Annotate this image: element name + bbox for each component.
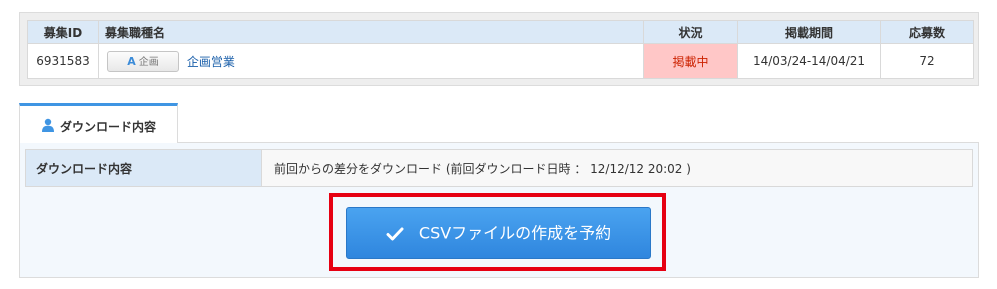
check-icon [386,209,404,259]
header-id: 募集ID [27,20,99,44]
header-status: 状況 [643,20,738,44]
user-icon [41,118,55,135]
table-row: ダウンロード内容 前回からの差分をダウンロード (前回ダウンロード日時 ： 12… [25,149,973,187]
header-count: 応募数 [880,20,974,44]
applicant-count: 72 [880,43,974,79]
job-table-header-row: 募集ID 募集職種名 状況 掲載期間 応募数 [27,20,974,44]
tab-download-content[interactable]: ダウンロード内容 [19,103,178,143]
download-table: ダウンロード内容 前回からの差分をダウンロード (前回ダウンロード日時 ： 12… [25,149,973,187]
header-name: 募集職種名 [98,20,644,44]
download-value: 前回からの差分をダウンロード (前回ダウンロード日時 ： 12/12/12 20… [261,149,973,187]
job-name-cell: A 企画 企画営業 [98,43,644,79]
job-id: 6931583 [27,43,99,79]
job-summary-box: 募集ID 募集職種名 状況 掲載期間 応募数 6931583 A 企画 企画営業 … [19,12,979,86]
reserve-csv-button[interactable]: CSVファイルの作成を予約 [346,207,651,259]
download-label: ダウンロード内容 [25,149,262,187]
tab-label: ダウンロード内容 [60,120,157,134]
job-period: 14/03/24-14/04/21 [737,43,881,79]
job-name-link[interactable]: 企画営業 [187,55,235,69]
category-prefix: A [127,54,136,68]
category-button[interactable]: A 企画 [107,50,179,72]
table-row: 6931583 A 企画 企画営業 掲載中 14/03/24-14/04/21 7… [27,43,974,79]
reserve-csv-label: CSVファイルの作成を予約 [418,223,612,243]
header-period: 掲載期間 [737,20,881,44]
category-label: 企画 [138,56,159,68]
status-badge: 掲載中 [643,43,738,79]
job-table: 募集ID 募集職種名 状況 掲載期間 応募数 6931583 A 企画 企画営業 … [27,20,974,79]
